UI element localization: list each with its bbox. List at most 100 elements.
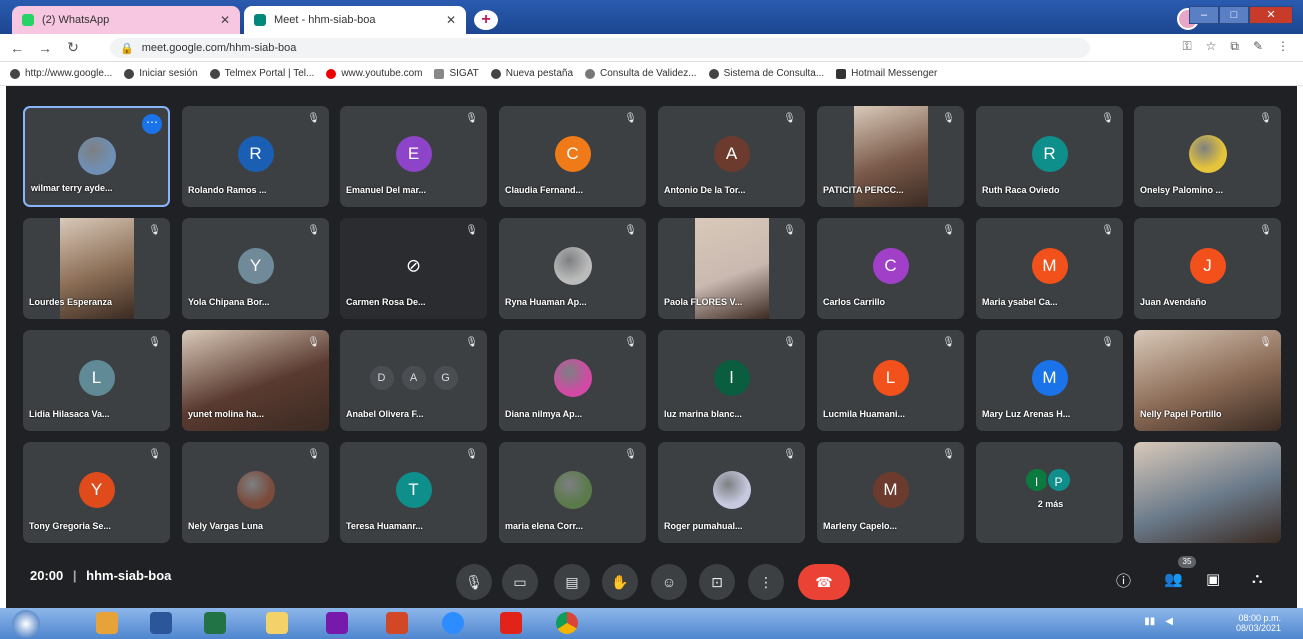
info-icon[interactable]: ⓘ bbox=[1116, 570, 1131, 591]
participant-tile[interactable]: l 🎙 luz marina blanc... bbox=[658, 330, 805, 431]
participant-tile[interactable]: 🎙 Ryna Huaman Ap... bbox=[499, 218, 646, 319]
bookmark-item[interactable]: Hotmail Messenger bbox=[836, 68, 937, 79]
bookmark-item[interactable]: Nueva pestaña bbox=[490, 68, 573, 79]
participant-tile[interactable]: M 🎙 Marleny Capelo... bbox=[817, 442, 964, 543]
participant-tile[interactable]: T 🎙 Teresa Huamanr... bbox=[340, 442, 487, 543]
participant-tile[interactable]: R 🎙 Rolando Ramos ... bbox=[182, 106, 329, 207]
participant-tile[interactable]: Y 🎙 Tony Gregoria Se... bbox=[23, 442, 170, 543]
puzzle-icon[interactable]: ✎ bbox=[1253, 39, 1263, 54]
participant-tile[interactable]: ⋯ wilmar terry ayde... bbox=[23, 106, 170, 207]
bookmark-item[interactable]: http://www.google... bbox=[10, 68, 112, 79]
excel-icon[interactable] bbox=[204, 612, 226, 634]
participant-tile[interactable]: ⊘ 🎙 Carmen Rosa De... bbox=[340, 218, 487, 319]
participant-tile[interactable]: 🎙 maria elena Corr... bbox=[499, 442, 646, 543]
close-window-button[interactable]: ✕ bbox=[1249, 6, 1293, 24]
volume-icon[interactable]: ◀ bbox=[1165, 616, 1173, 627]
bookmark-item[interactable]: SIGAT bbox=[434, 68, 479, 79]
participant-tile[interactable]: D A G 🎙 Anabel Olivera F... bbox=[340, 330, 487, 431]
key-icon[interactable]: ⚿ bbox=[1182, 39, 1191, 54]
extension-icon[interactable]: ⧉ bbox=[1230, 39, 1239, 54]
participant-tile[interactable]: M 🎙 Mary Luz Arenas H... bbox=[976, 330, 1123, 431]
participant-tile[interactable]: 🎙 PATICITA PERCC... bbox=[817, 106, 964, 207]
more-vert-icon: ⋮ bbox=[759, 574, 773, 590]
bookmark-item[interactable]: Sistema de Consulta... bbox=[708, 68, 824, 79]
participant-tile[interactable]: 🎙 Nely Vargas Luna bbox=[182, 442, 329, 543]
start-button[interactable] bbox=[12, 610, 40, 638]
mic-muted-icon: 🎙 bbox=[1259, 337, 1272, 348]
participant-tile[interactable]: IP 2 más bbox=[976, 442, 1123, 543]
chat-icon[interactable]: ▣ bbox=[1206, 570, 1220, 588]
participant-tile[interactable]: 🎙 Paola FLORES V... bbox=[658, 218, 805, 319]
mic-muted-icon: 🎙 bbox=[624, 113, 637, 124]
participant-tile[interactable]: 🎙 Onelsy Palomino ... bbox=[1134, 106, 1281, 207]
media-player-icon[interactable] bbox=[96, 612, 118, 634]
avatar: R bbox=[237, 136, 274, 172]
profile-photo bbox=[712, 471, 751, 509]
participant-tile[interactable]: C 🎙 Carlos Carrillo bbox=[817, 218, 964, 319]
reactions-button[interactable]: ☺ bbox=[651, 564, 687, 600]
more-options-icon[interactable]: ⋯ bbox=[142, 114, 162, 134]
mic-muted-icon: 🎙 bbox=[307, 337, 320, 348]
powerpoint-icon[interactable] bbox=[386, 612, 408, 634]
mic-button[interactable]: 🎙 bbox=[456, 564, 492, 600]
participant-tile[interactable]: A 🎙 Antonio De la Tor... bbox=[658, 106, 805, 207]
profile-photo bbox=[553, 359, 592, 397]
participant-tile[interactable]: C 🎙 Claudia Fernand... bbox=[499, 106, 646, 207]
bookmark-item[interactable]: Telmex Portal | Tel... bbox=[209, 68, 314, 79]
chrome-icon[interactable] bbox=[556, 612, 578, 634]
maximize-button[interactable]: □ bbox=[1219, 6, 1249, 24]
more-options-button[interactable]: ⋮ bbox=[748, 564, 784, 600]
mic-muted-icon: 🎙 bbox=[942, 225, 955, 236]
star-icon[interactable]: ☆ bbox=[1206, 39, 1217, 54]
network-icon[interactable]: ▮▮ bbox=[1144, 616, 1155, 627]
participant-tile[interactable]: E 🎙 Emanuel Del mar... bbox=[340, 106, 487, 207]
participant-tile[interactable]: R 🎙 Ruth Raca Oviedo bbox=[976, 106, 1123, 207]
bookmark-item[interactable]: Consulta de Validez... bbox=[585, 68, 697, 79]
participant-tile[interactable]: 🎙 Nelly Papel Portillo bbox=[1134, 330, 1281, 431]
back-icon[interactable]: ← bbox=[6, 40, 28, 56]
raise-hand-button[interactable]: ✋ bbox=[602, 564, 638, 600]
zoom-icon[interactable] bbox=[442, 612, 464, 634]
participant-tile[interactable]: L 🎙 Lucmila Huamani... bbox=[817, 330, 964, 431]
participant-name: wilmar terry ayde... bbox=[31, 183, 113, 193]
participant-tile[interactable]: J 🎙 Juan Avendaño bbox=[1134, 218, 1281, 319]
folder-icon[interactable] bbox=[266, 612, 288, 634]
forward-icon[interactable]: → bbox=[34, 40, 56, 56]
participant-name: Juan Avendaño bbox=[1140, 297, 1207, 307]
participant-tile[interactable]: 🎙 Lourdes Esperanza bbox=[23, 218, 170, 319]
participant-tile[interactable]: L 🎙 Lidia Hilasaca Va... bbox=[23, 330, 170, 431]
present-button[interactable]: ⊡ bbox=[699, 564, 735, 600]
bookmark-item[interactable]: Iniciar sesión bbox=[124, 68, 198, 79]
clock-time: 08:00 p.m. bbox=[1238, 613, 1281, 623]
end-call-button[interactable]: ☎ bbox=[798, 564, 850, 600]
new-tab-button[interactable]: + bbox=[474, 10, 498, 30]
activities-icon[interactable]: ⛬ bbox=[1252, 570, 1263, 587]
participant-tile[interactable]: M 🎙 Maria ysabel Ca... bbox=[976, 218, 1123, 319]
clock[interactable]: 08:00 p.m. 08/03/2021 bbox=[1236, 613, 1281, 633]
menu-icon[interactable]: ⋮ bbox=[1277, 39, 1289, 54]
minimize-button[interactable]: – bbox=[1189, 6, 1219, 24]
people-icon[interactable]: 👥 bbox=[1164, 570, 1183, 588]
participant-tile[interactable]: 🎙 Roger pumahual... bbox=[658, 442, 805, 543]
avatar: G bbox=[433, 366, 458, 390]
participant-tile[interactable]: Y 🎙 Yola Chipana Bor... bbox=[182, 218, 329, 319]
url-field[interactable]: 🔒 meet.google.com/hhm-siab-boa bbox=[110, 38, 1090, 58]
captions-button[interactable]: ▤ bbox=[554, 564, 590, 600]
tab-whatsapp[interactable]: (2) WhatsApp ✕ bbox=[12, 6, 240, 34]
bookmark-item[interactable]: www.youtube.com bbox=[326, 68, 422, 79]
window-controls: – □ ✕ bbox=[1189, 6, 1293, 24]
tab-meet[interactable]: Meet - hhm-siab-boa ✕ bbox=[244, 6, 466, 34]
close-tab-icon[interactable]: ✕ bbox=[220, 13, 230, 27]
mic-muted-icon: 🎙 bbox=[1101, 225, 1114, 236]
word-icon[interactable] bbox=[150, 612, 172, 634]
toolbar-icons: ⚿ ☆ ⧉ ✎ ⋮ bbox=[1182, 39, 1289, 54]
participant-tile[interactable] bbox=[1134, 442, 1281, 543]
pdf-icon[interactable] bbox=[500, 612, 522, 634]
close-tab-icon[interactable]: ✕ bbox=[446, 13, 456, 27]
onenote-icon[interactable] bbox=[326, 612, 348, 634]
participant-tile[interactable]: 🎙 yunet molina ha... bbox=[182, 330, 329, 431]
camera-button[interactable]: ▭ bbox=[502, 564, 538, 600]
participant-name: Ruth Raca Oviedo bbox=[982, 185, 1060, 195]
participant-tile[interactable]: 🎙 Diana nilmya Ap... bbox=[499, 330, 646, 431]
reload-icon[interactable]: ↻ bbox=[62, 39, 84, 56]
